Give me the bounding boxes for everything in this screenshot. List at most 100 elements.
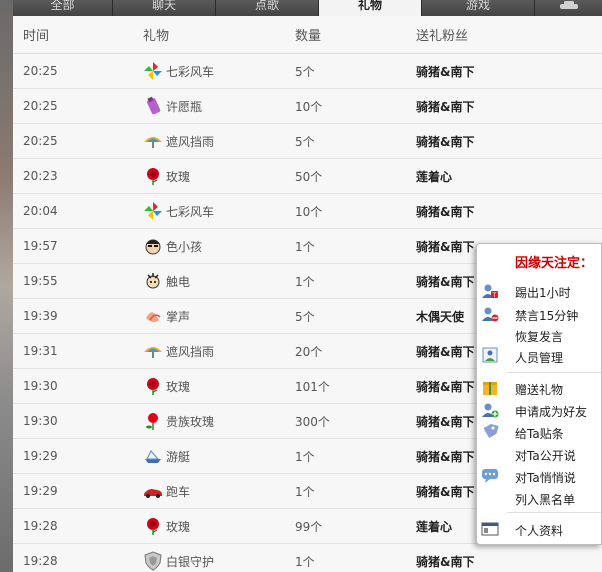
row-count: 101个 <box>295 379 330 394</box>
tab-chat[interactable]: 聊天 <box>113 0 216 16</box>
row-gift: 玫瑰 <box>143 509 190 543</box>
chat-bubble-icon <box>482 469 498 483</box>
tab-label: 游戏 <box>465 0 490 12</box>
tab-gifts[interactable]: 礼物 <box>319 0 422 16</box>
tab-label: 聊天 <box>151 0 176 12</box>
row-time: 19:29 <box>23 449 58 463</box>
tag-icon <box>483 423 499 439</box>
row-fan[interactable]: 骑猪&南下 <box>416 89 474 123</box>
row-count: 5个 <box>295 309 315 324</box>
menu-item[interactable]: 人员管理 <box>515 349 563 366</box>
row-time: 20:25 <box>23 134 58 148</box>
row-time: 19:30 <box>23 414 58 428</box>
row-fan[interactable]: 骑猪&南下 <box>416 264 474 298</box>
menu-item[interactable]: 禁言15分钟 <box>515 307 578 324</box>
row-count: 1个 <box>295 554 315 569</box>
gift-box-icon <box>483 382 497 395</box>
gift-name: 遮风挡雨 <box>166 134 215 149</box>
table-row[interactable]: 19:28 白银守护 1个 骑猪&南下 <box>13 544 602 572</box>
user-context-menu: 因缘天注定： 踢出1小时 T 禁言15分钟 恢复发言人员管理赠送礼物申请成为好友 给Ta… <box>476 243 602 545</box>
silver-guard-icon <box>144 551 162 571</box>
menu-item[interactable]: 赠送礼物 <box>515 381 563 398</box>
naughty-kid-icon <box>145 239 161 255</box>
row-gift: 遮风挡雨 <box>143 334 214 368</box>
row-count: 50个 <box>295 169 323 184</box>
row-fan[interactable]: 木偶天使 <box>416 299 464 333</box>
gift-name: 遮风挡雨 <box>166 344 215 359</box>
row-time: 19:29 <box>23 484 58 498</box>
pinwheel-icon <box>144 62 162 80</box>
noble-rose-icon <box>146 413 158 430</box>
row-count: 1个 <box>295 239 315 254</box>
table-row[interactable]: 20:25 遮风挡雨 5个 骑猪&南下 <box>13 124 602 159</box>
table-header: 时间 礼物 数量 送礼粉丝 <box>13 16 602 54</box>
gift-name: 玫瑰 <box>166 379 191 394</box>
rose-icon <box>147 518 159 535</box>
row-gift: 七彩风车 <box>143 54 214 88</box>
gift-name: 跑车 <box>166 484 191 499</box>
wish-bottle-icon <box>147 96 161 115</box>
row-time: 19:30 <box>23 379 58 393</box>
row-fan[interactable]: 骑猪&南下 <box>416 124 474 158</box>
row-gift: 七彩风车 <box>143 194 214 228</box>
menu-item[interactable]: 对Ta公开说 <box>515 447 576 464</box>
gift-name: 七彩风车 <box>166 204 215 219</box>
tab-all[interactable]: 全部 <box>13 0 113 16</box>
row-fan[interactable]: 骑猪&南下 <box>416 334 474 368</box>
gift-name: 游艇 <box>166 449 191 464</box>
row-fan[interactable]: 骑猪&南下 <box>416 229 474 263</box>
tab-car[interactable] <box>535 0 602 16</box>
menu-item[interactable]: 对Ta悄悄说 <box>515 469 576 486</box>
table-row[interactable]: 20:25 七彩风车 5个 骑猪&南下 <box>13 54 602 89</box>
table-row[interactable]: 20:04 七彩风车 10个 骑猪&南下 <box>13 194 602 229</box>
row-gift: 许愿瓶 <box>143 89 202 123</box>
row-fan[interactable]: 骑猪&南下 <box>416 474 474 508</box>
header-gift: 礼物 <box>143 29 170 44</box>
menu-item[interactable]: 列入黑名单 <box>515 491 575 508</box>
header-fan: 送礼粉丝 <box>416 29 469 44</box>
row-count: 1个 <box>295 274 315 289</box>
profile-card-icon <box>481 522 499 536</box>
row-count: 10个 <box>295 99 323 114</box>
svg-text:T: T <box>492 292 497 299</box>
menu-item[interactable]: 个人资料 <box>515 522 563 539</box>
row-time: 20:04 <box>23 204 58 218</box>
row-fan[interactable]: 骑猪&南下 <box>416 369 474 403</box>
row-fan[interactable]: 骑猪&南下 <box>416 439 474 473</box>
menu-item[interactable]: 踢出1小时 <box>515 284 571 301</box>
menu-item[interactable]: 申请成为好友 <box>515 403 587 420</box>
table-row[interactable]: 20:25 许愿瓶 10个 骑猪&南下 <box>13 89 602 124</box>
row-gift: 掌声 <box>143 299 190 333</box>
row-fan[interactable]: 莲着心 <box>416 159 452 193</box>
manage-users-icon <box>482 347 498 363</box>
electric-shock-icon <box>146 273 160 289</box>
row-count: 20个 <box>295 344 323 359</box>
table-row[interactable]: 20:23 玫瑰 50个 莲着心 <box>13 159 602 194</box>
row-time: 20:23 <box>23 169 58 183</box>
row-count: 1个 <box>295 449 315 464</box>
add-friend-icon <box>482 403 499 418</box>
row-count: 99个 <box>295 519 323 534</box>
gift-name: 贵族玫瑰 <box>166 414 215 429</box>
row-fan[interactable]: 骑猪&南下 <box>416 194 474 228</box>
row-gift: 游艇 <box>143 439 190 473</box>
menu-username: 因缘天注定： <box>515 256 594 271</box>
tab-songs[interactable]: 点歌 <box>216 0 319 16</box>
row-gift: 遮风挡雨 <box>143 124 214 158</box>
tab-games[interactable]: 游戏 <box>422 0 535 16</box>
row-count: 300个 <box>295 414 330 429</box>
row-fan[interactable]: 莲着心 <box>416 509 452 543</box>
header-count: 数量 <box>295 29 322 44</box>
row-fan[interactable]: 骑猪&南下 <box>416 404 474 438</box>
menu-item[interactable]: 给Ta贴条 <box>515 425 564 442</box>
rose-icon <box>147 168 159 185</box>
gift-name: 许愿瓶 <box>166 99 203 114</box>
row-fan[interactable]: 骑猪&南下 <box>416 54 474 88</box>
tab-bar: 全部 聊天 点歌 礼物 游戏 <box>13 0 602 16</box>
row-time: 20:25 <box>23 99 58 113</box>
menu-item[interactable]: 恢复发言 <box>515 328 563 345</box>
gift-name: 掌声 <box>166 309 191 324</box>
row-time: 20:25 <box>23 64 58 78</box>
row-fan[interactable]: 骑猪&南下 <box>416 544 474 572</box>
row-time: 19:31 <box>23 344 58 358</box>
